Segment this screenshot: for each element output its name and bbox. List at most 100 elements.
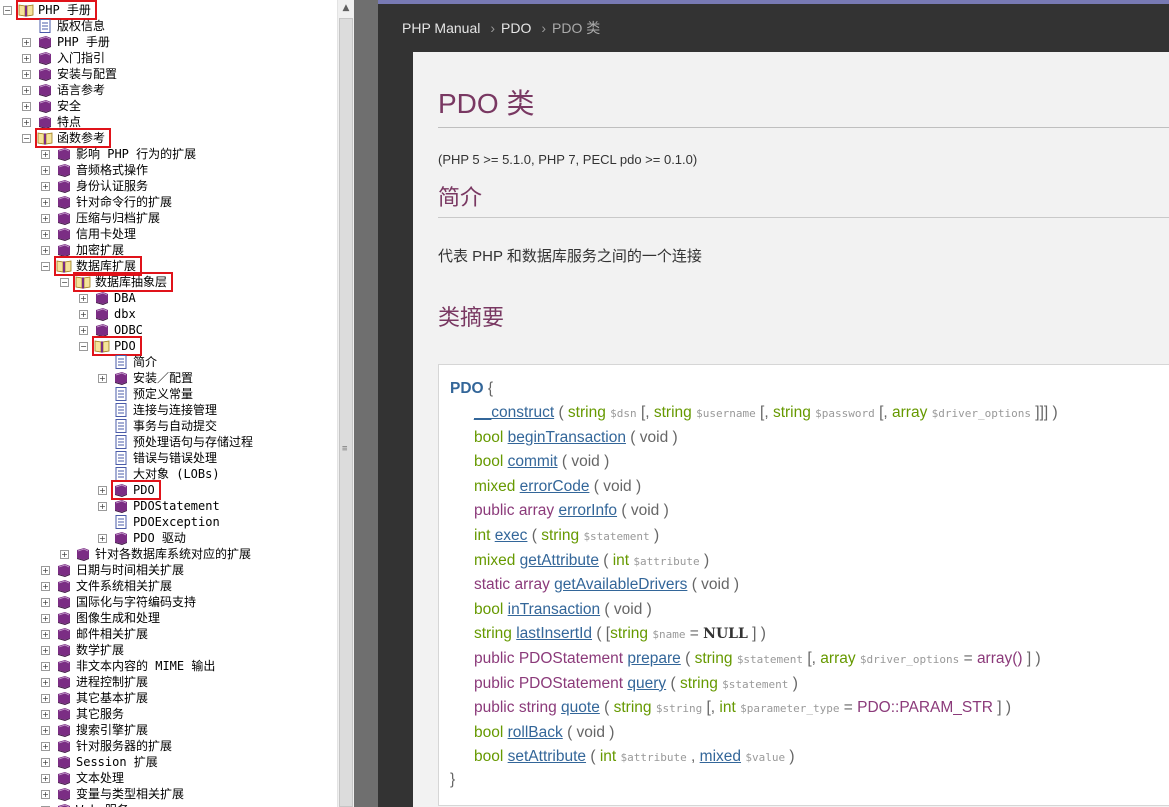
expand-plus-icon[interactable]: + [41,582,50,591]
expand-plus-icon[interactable]: + [41,710,50,719]
expand-plus-icon[interactable]: + [41,662,50,671]
tree-item[interactable]: + 加密扩展 [0,242,337,258]
tree-item[interactable]: + PDO 驱动 [0,530,337,546]
expand-plus-icon[interactable]: + [79,326,88,335]
tree-item[interactable]: + ODBC [0,322,337,338]
collapse-minus-icon[interactable]: − [41,262,50,271]
tree-item[interactable]: + 其它服务 [0,706,337,722]
expand-plus-icon[interactable]: + [22,38,31,47]
scroll-up-arrow-icon[interactable]: ▲ [338,0,354,17]
expand-plus-icon[interactable]: + [60,550,69,559]
expand-plus-icon[interactable]: + [41,694,50,703]
collapse-minus-icon[interactable]: − [79,342,88,351]
method-link[interactable]: getAttribute [520,552,599,569]
tree-item[interactable]: 连接与连接管理 [0,402,337,418]
tree-item[interactable]: + 安装与配置 [0,66,337,82]
tree-item[interactable]: + 针对服务器的扩展 [0,738,337,754]
method-link[interactable]: rollBack [508,724,563,741]
tree-item[interactable]: 版权信息 [0,18,337,34]
tree-item[interactable]: +Web 服务 [0,802,337,807]
method-link[interactable]: quote [561,699,600,716]
tree-item[interactable]: 预定义常量 [0,386,337,402]
expand-plus-icon[interactable]: + [22,70,31,79]
expand-plus-icon[interactable]: + [41,630,50,639]
tree-item[interactable]: + 压缩与归档扩展 [0,210,337,226]
tree-item[interactable]: + PHP 手册 [0,34,337,50]
method-link[interactable]: commit [508,453,558,470]
tree-item[interactable]: + 邮件相关扩展 [0,626,337,642]
tree-item[interactable]: − 数据库抽象层 [0,274,337,290]
collapse-minus-icon[interactable]: − [3,6,12,15]
tree-item[interactable]: + 音频格式操作 [0,162,337,178]
method-link[interactable]: exec [495,527,528,544]
tree-item[interactable]: PDOException [0,514,337,530]
tree-item[interactable]: 大对象 (LOBs) [0,466,337,482]
tree-item[interactable]: + 信用卡处理 [0,226,337,242]
tree-item[interactable]: 简介 [0,354,337,370]
tree-item[interactable]: − PDO [0,338,337,354]
tree-item[interactable]: + 非文本内容的 MIME 输出 [0,658,337,674]
tree-item[interactable]: + 安装／配置 [0,370,337,386]
expand-plus-icon[interactable]: + [79,310,88,319]
expand-plus-icon[interactable]: + [98,486,107,495]
tree-item[interactable]: + 变量与类型相关扩展 [0,786,337,802]
expand-plus-icon[interactable]: + [22,118,31,127]
expand-plus-icon[interactable]: + [41,790,50,799]
tree-item[interactable]: + 搜索引擎扩展 [0,722,337,738]
tree-item[interactable]: + 其它基本扩展 [0,690,337,706]
method-link[interactable]: query [627,675,666,692]
expand-plus-icon[interactable]: + [41,182,50,191]
scrollbar-thumb[interactable]: ≡ [339,18,353,807]
expand-plus-icon[interactable]: + [41,214,50,223]
expand-plus-icon[interactable]: + [22,86,31,95]
tree-item[interactable]: + 针对命令行的扩展 [0,194,337,210]
expand-plus-icon[interactable]: + [41,566,50,575]
expand-plus-icon[interactable]: + [41,230,50,239]
tree-item[interactable]: + Session 扩展 [0,754,337,770]
expand-plus-icon[interactable]: + [41,198,50,207]
tree-item[interactable]: − 数据库扩展 [0,258,337,274]
method-link[interactable]: errorInfo [558,502,617,519]
expand-plus-icon[interactable]: + [41,246,50,255]
tree-item[interactable]: + PDO [0,482,337,498]
expand-plus-icon[interactable]: + [41,166,50,175]
method-link[interactable]: errorCode [520,478,590,495]
expand-plus-icon[interactable]: + [79,294,88,303]
collapse-minus-icon[interactable]: − [60,278,69,287]
expand-plus-icon[interactable]: + [41,742,50,751]
tree-item[interactable]: + 特点 [0,114,337,130]
expand-plus-icon[interactable]: + [41,614,50,623]
expand-plus-icon[interactable]: + [98,502,107,511]
tree-item[interactable]: + dbx [0,306,337,322]
expand-plus-icon[interactable]: + [41,598,50,607]
tree-item[interactable]: 错误与错误处理 [0,450,337,466]
method-link[interactable]: getAvailableDrivers [554,576,687,593]
expand-plus-icon[interactable]: + [41,774,50,783]
method-link[interactable]: beginTransaction [508,429,626,446]
tree-item[interactable]: + 进程控制扩展 [0,674,337,690]
toc-tree-pane[interactable]: − PHP 手册 版权信息 + PHP 手册 + 入门指引 + 安装与配置 + 语言参考 + 安全 + 特点… [0,0,337,807]
tree-item[interactable]: + 安全 [0,98,337,114]
tree-item[interactable]: + 语言参考 [0,82,337,98]
expand-plus-icon[interactable]: + [41,150,50,159]
tree-item[interactable]: + 国际化与字符编码支持 [0,594,337,610]
method-link[interactable]: prepare [627,650,680,667]
method-link[interactable]: __construct [474,404,554,421]
tree-item[interactable]: + 针对各数据库系统对应的扩展 [0,546,337,562]
expand-plus-icon[interactable]: + [41,678,50,687]
tree-item[interactable]: + 入门指引 [0,50,337,66]
tree-item[interactable]: + 图像生成和处理 [0,610,337,626]
breadcrumb-link-pdo[interactable]: PDO [501,20,531,36]
tree-item[interactable]: + 日期与时间相关扩展 [0,562,337,578]
tree-item[interactable]: − 函数参考 [0,130,337,146]
tree-item[interactable]: 事务与自动提交 [0,418,337,434]
tree-item[interactable]: + PDOStatement [0,498,337,514]
tree-item[interactable]: + 身份认证服务 [0,178,337,194]
expand-plus-icon[interactable]: + [41,646,50,655]
tree-item[interactable]: + 文本处理 [0,770,337,786]
tree-scrollbar[interactable]: ▲ ≡ [337,0,354,807]
expand-plus-icon[interactable]: + [41,726,50,735]
tree-item[interactable]: + 数学扩展 [0,642,337,658]
expand-plus-icon[interactable]: + [22,54,31,63]
collapse-minus-icon[interactable]: − [22,134,31,143]
